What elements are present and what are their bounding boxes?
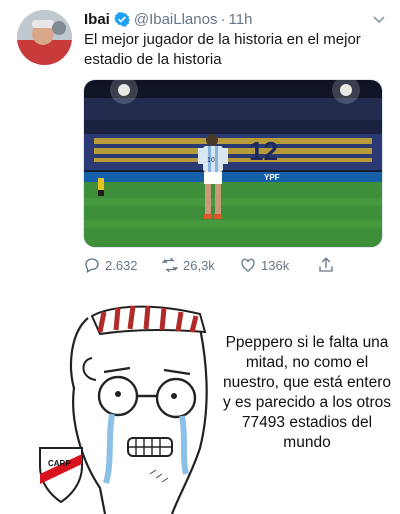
tweet-media-photo[interactable]: 12 YPF 10 xyxy=(83,79,383,248)
meme-caption: Ppeppero si le falta una mitad, no como … xyxy=(222,334,392,451)
crying-face-drawing: CARP xyxy=(39,305,208,514)
share-icon xyxy=(319,257,333,272)
share-button[interactable] xyxy=(317,256,335,274)
sponsor-board: YPF xyxy=(264,173,280,182)
tweet-timestamp[interactable]: 11h xyxy=(228,11,252,28)
reply-icon xyxy=(85,258,99,273)
club-badge-text: CARP xyxy=(48,459,71,468)
meme-panel: CARP Ppeppero si le falta una mitad, no … xyxy=(0,288,400,514)
reply-button[interactable]: 2.632 xyxy=(83,256,138,274)
separator-dot: · xyxy=(220,10,226,28)
author-handle[interactable]: @IbaiLlanos xyxy=(134,11,218,28)
tweet-header: Ibai @IbaiLlanos · 11h xyxy=(84,9,386,29)
author-name[interactable]: Ibai xyxy=(84,11,110,28)
verified-badge-icon xyxy=(113,12,130,27)
chevron-down-icon[interactable] xyxy=(372,12,386,26)
tweet-card: Ibai @IbaiLlanos · 11h El mejor jugador … xyxy=(0,0,400,285)
stadium-number: 12 xyxy=(249,136,278,166)
reply-count: 2.632 xyxy=(105,257,138,273)
retweet-icon xyxy=(162,257,178,273)
tweet-text: El mejor jugador de la historia en el me… xyxy=(84,31,361,68)
tweet-actions: 2.632 26,3k 136k xyxy=(83,256,383,276)
like-count: 136k xyxy=(261,257,290,273)
heart-icon xyxy=(241,258,255,272)
retweet-button[interactable]: 26,3k xyxy=(161,256,215,274)
like-button[interactable]: 136k xyxy=(239,256,289,274)
retweet-count: 26,3k xyxy=(183,257,215,273)
avatar[interactable] xyxy=(17,10,72,65)
player-number: 10 xyxy=(207,157,215,164)
